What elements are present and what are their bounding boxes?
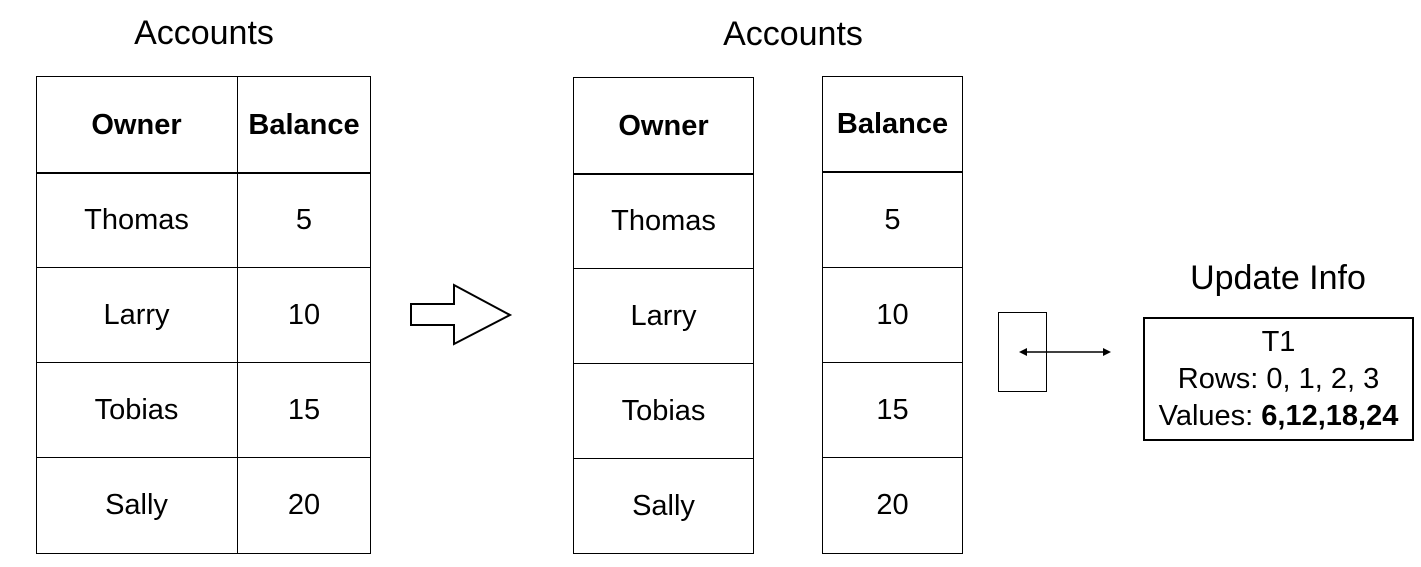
balance-cell: 5 [884,203,901,236]
right-table-title: Accounts [723,15,863,53]
balance-cell: 5 [295,203,313,236]
balance-cell: 20 [876,488,909,521]
left-accounts-table: Owner Balance Thomas 5 Larry 10 Tobias 1… [36,76,371,554]
header-owner: Owner [618,109,709,142]
block-arrow-right-icon [410,283,513,346]
update-info-title: Update Info [1190,259,1366,297]
updated-rows: Rows: 0, 1, 2, 3 [1177,362,1380,395]
balance-cell: 15 [287,393,321,426]
values-list: 6,12,18,24 [1261,399,1399,432]
owner-cell: Thomas [84,203,189,236]
balance-cell: 20 [287,488,321,521]
owner-cell: Larry [103,298,170,331]
owner-cell: Sally [632,489,695,522]
owner-cell: Tobias [621,394,706,427]
values-label: Values: [1158,399,1262,432]
right-owner-column: Owner Thomas Larry Tobias Sally [573,77,754,554]
owner-cell: Sally [105,488,168,521]
header-balance: Balance [248,108,360,141]
balance-cell: 10 [287,298,321,331]
header-balance: Balance [836,108,949,140]
left-table-title: Accounts [134,14,274,52]
double-headed-arrow-icon [1019,348,1111,356]
owner-cell: Larry [630,299,697,332]
updated-values: Values: 6,12,18,24 [1159,398,1399,435]
transaction-id: T1 [1261,325,1296,358]
owner-cell: Thomas [611,204,716,237]
balance-cell: 10 [876,298,909,331]
right-balance-column: Balance 5 10 15 20 [822,76,963,554]
update-info-box: T1 Rows: 0, 1, 2, 3 Values: 6,12,18,24 [1143,317,1414,441]
balance-cell: 15 [876,393,909,426]
owner-cell: Tobias [94,393,179,426]
header-owner: Owner [91,108,182,141]
